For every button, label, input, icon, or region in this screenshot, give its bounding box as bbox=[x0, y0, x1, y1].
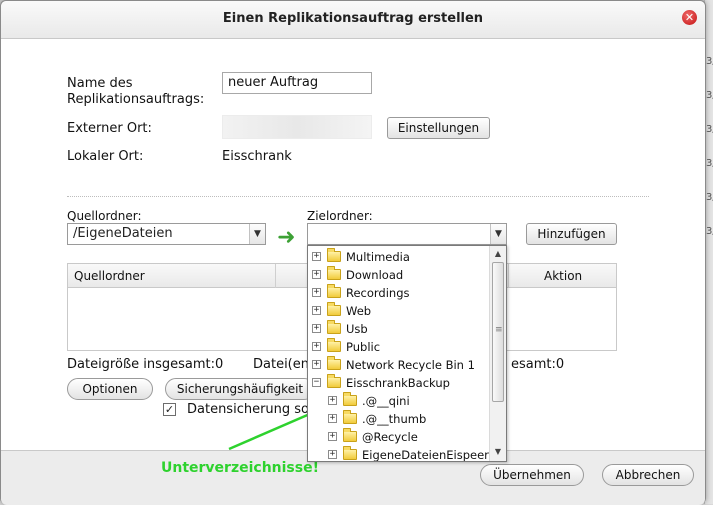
background-label: 3/ bbox=[706, 158, 713, 169]
background-label: 3/ bbox=[706, 90, 713, 101]
folder-tree-item[interactable]: + Multimedia bbox=[308, 248, 490, 266]
folder-tree-item-label: @Recycle bbox=[362, 430, 418, 444]
background-label: 3/ bbox=[706, 226, 713, 237]
folder-icon bbox=[327, 302, 341, 316]
create-replication-dialog: Einen Replikationsauftrag erstellen ✕ Na… bbox=[0, 0, 706, 505]
folder-icon bbox=[327, 356, 341, 370]
expand-icon[interactable]: + bbox=[328, 396, 337, 405]
expand-icon[interactable]: + bbox=[312, 270, 321, 279]
folder-icon bbox=[343, 446, 357, 460]
expand-icon[interactable]: + bbox=[312, 252, 321, 261]
grip-icon: ≡ bbox=[495, 325, 503, 335]
target-folder-dropdown-list[interactable]: + Multimedia + Download + Recordings + Web + Usb +… bbox=[307, 245, 507, 462]
folder-icon bbox=[343, 392, 357, 406]
folder-tree-item-label: Network Recycle Bin 1 bbox=[346, 358, 475, 372]
folder-tree-item[interactable]: + @Recycle bbox=[308, 428, 490, 446]
folder-tree-item-label: .@__qini bbox=[362, 394, 410, 408]
folder-tree-item[interactable]: + Recordings bbox=[308, 284, 490, 302]
folder-tree-item-label: Public bbox=[346, 340, 381, 354]
background-label: 3/ bbox=[706, 56, 713, 67]
folder-tree-item-label: Usb bbox=[346, 322, 368, 336]
expand-icon[interactable]: + bbox=[312, 324, 321, 333]
folder-tree-item-label: .@__thumb bbox=[362, 412, 427, 426]
folder-tree-item[interactable]: + .@__qini bbox=[308, 392, 490, 410]
folder-tree-item[interactable]: − EisschrankBackup bbox=[308, 374, 490, 392]
collapse-icon[interactable]: − bbox=[312, 378, 321, 387]
folder-tree-item[interactable]: + Web bbox=[308, 302, 490, 320]
folder-icon bbox=[343, 428, 357, 442]
folder-tree-item[interactable]: + EigeneDateienEispeer bbox=[308, 446, 490, 462]
folder-tree-item-label: Multimedia bbox=[346, 250, 410, 264]
folder-tree-item[interactable]: + .@__thumb bbox=[308, 410, 490, 428]
expand-icon[interactable]: + bbox=[328, 432, 337, 441]
folder-tree-item-label: EigeneDateienEispeer bbox=[362, 448, 489, 462]
folder-icon bbox=[327, 284, 341, 298]
expand-icon[interactable]: + bbox=[312, 360, 321, 369]
folder-icon bbox=[327, 248, 341, 262]
expand-icon[interactable]: + bbox=[312, 306, 321, 315]
folder-tree-item-label: Recordings bbox=[346, 286, 410, 300]
folder-icon bbox=[343, 410, 357, 424]
folder-icon bbox=[327, 374, 341, 388]
folder-icon bbox=[327, 338, 341, 352]
scrollbar-thumb[interactable]: ≡ bbox=[492, 262, 504, 402]
expand-icon[interactable]: + bbox=[312, 342, 321, 351]
expand-icon[interactable]: + bbox=[328, 450, 337, 459]
scroll-down-icon[interactable]: ▼ bbox=[491, 445, 505, 459]
folder-icon bbox=[327, 320, 341, 334]
folder-tree-item[interactable]: + Network Recycle Bin 1 bbox=[308, 356, 490, 374]
background-label: 3/ bbox=[706, 192, 713, 203]
folder-tree-item-label: Web bbox=[346, 304, 372, 318]
background-label: 3/ bbox=[706, 124, 713, 135]
folder-tree-item[interactable]: + Public bbox=[308, 338, 490, 356]
scroll-up-icon[interactable]: ▲ bbox=[491, 247, 505, 261]
expand-icon[interactable]: + bbox=[312, 288, 321, 297]
folder-tree-item-label: Download bbox=[346, 268, 404, 282]
folder-tree-item-label: EisschrankBackup bbox=[346, 376, 450, 390]
dropdown-scrollbar[interactable]: ▲ ≡ ▼ bbox=[489, 246, 506, 461]
folder-icon bbox=[327, 266, 341, 280]
annotation-arrow-line bbox=[228, 408, 320, 451]
expand-icon[interactable]: + bbox=[328, 414, 337, 423]
folder-tree-item[interactable]: + Download bbox=[308, 266, 490, 284]
folder-tree-item[interactable]: + Usb bbox=[308, 320, 490, 338]
